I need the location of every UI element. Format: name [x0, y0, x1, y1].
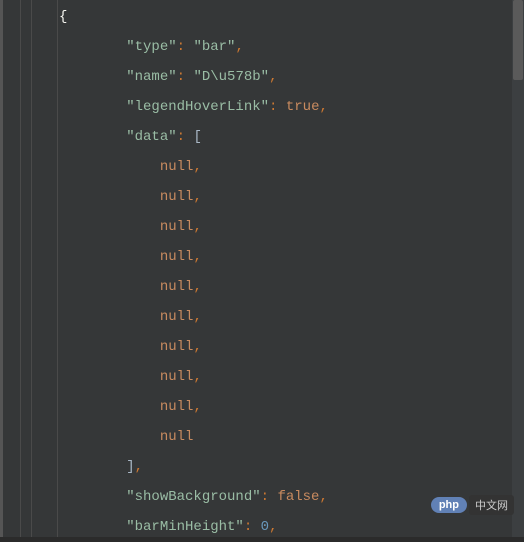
- token-punct: ,: [269, 69, 277, 85]
- token-key: "barMinHeight": [126, 519, 244, 535]
- token-key: "type": [126, 39, 176, 55]
- token-brace: {: [59, 9, 67, 25]
- gutter: [3, 0, 21, 537]
- token-null: null: [160, 399, 194, 415]
- code-line[interactable]: null: [59, 422, 524, 452]
- token-key: "showBackground": [126, 489, 260, 505]
- token-punct: :: [261, 489, 278, 505]
- code-line[interactable]: null,: [59, 152, 524, 182]
- token-key: "data": [126, 129, 176, 145]
- token-punct: ,: [235, 39, 243, 55]
- code-line[interactable]: "data": [: [59, 122, 524, 152]
- token-null: null: [160, 189, 194, 205]
- token-punct: ,: [193, 279, 201, 295]
- code-line[interactable]: null,: [59, 302, 524, 332]
- code-editor[interactable]: { "type": "bar", "name": "D\u578b", "leg…: [0, 0, 524, 537]
- token-punct: ,: [193, 369, 201, 385]
- code-line[interactable]: "barMinHeight": 0,: [59, 512, 524, 542]
- code-line[interactable]: null,: [59, 212, 524, 242]
- token-punct: ,: [193, 249, 201, 265]
- token-null: null: [160, 219, 194, 235]
- indent-guides: [21, 0, 59, 537]
- code-line[interactable]: "type": "bar",: [59, 32, 524, 62]
- token-key: "legendHoverLink": [126, 99, 269, 115]
- token-punct: ,: [193, 399, 201, 415]
- code-line[interactable]: null,: [59, 182, 524, 212]
- token-punct: ,: [319, 489, 327, 505]
- token-string: "D\u578b": [193, 69, 269, 85]
- token-punct: ,: [319, 99, 327, 115]
- php-badge: php: [431, 497, 467, 513]
- token-punct: :: [244, 519, 261, 535]
- code-line[interactable]: ],: [59, 452, 524, 482]
- token-bracket: [: [193, 129, 201, 145]
- vertical-scrollbar[interactable]: [512, 0, 524, 537]
- token-punct: ,: [193, 339, 201, 355]
- token-key: "name": [126, 69, 176, 85]
- token-bool: false: [277, 489, 319, 505]
- token-bool: true: [286, 99, 320, 115]
- token-null: null: [160, 159, 194, 175]
- token-null: null: [160, 339, 194, 355]
- token-null: null: [160, 309, 194, 325]
- token-num: 0: [261, 519, 269, 535]
- code-area[interactable]: { "type": "bar", "name": "D\u578b", "leg…: [59, 0, 524, 537]
- watermark-badge: php 中文网: [431, 495, 514, 515]
- token-null: null: [160, 429, 194, 445]
- token-punct: ,: [193, 159, 201, 175]
- token-null: null: [160, 249, 194, 265]
- token-punct: ,: [135, 459, 143, 475]
- code-line[interactable]: null,: [59, 272, 524, 302]
- token-string: "bar": [193, 39, 235, 55]
- code-line[interactable]: null,: [59, 242, 524, 272]
- token-bracket: ]: [126, 459, 134, 475]
- code-line[interactable]: "name": "D\u578b",: [59, 62, 524, 92]
- code-line[interactable]: null,: [59, 332, 524, 362]
- token-punct: ,: [193, 189, 201, 205]
- token-punct: ,: [193, 219, 201, 235]
- cn-text-badge: 中文网: [469, 495, 514, 515]
- code-line[interactable]: null,: [59, 362, 524, 392]
- token-punct: :: [177, 69, 194, 85]
- token-punct: :: [177, 129, 194, 145]
- token-punct: :: [177, 39, 194, 55]
- code-line[interactable]: "legendHoverLink": true,: [59, 92, 524, 122]
- token-punct: :: [269, 99, 286, 115]
- code-line[interactable]: {: [59, 2, 524, 32]
- token-null: null: [160, 279, 194, 295]
- token-null: null: [160, 369, 194, 385]
- token-punct: ,: [193, 309, 201, 325]
- code-line[interactable]: null,: [59, 392, 524, 422]
- scroll-thumb[interactable]: [513, 0, 523, 80]
- token-punct: ,: [269, 519, 277, 535]
